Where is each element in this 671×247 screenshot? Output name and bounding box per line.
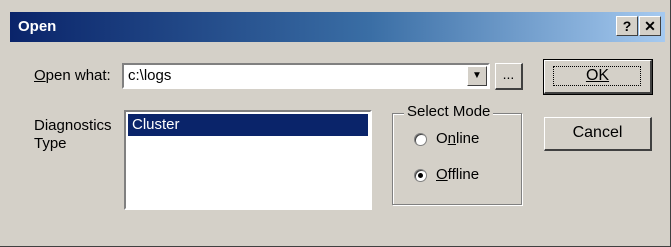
select-mode-legend: Select Mode <box>404 103 494 120</box>
open-dialog: Open ? ✕ Open what: c:\logs ▼ ... OK Can… <box>0 0 671 247</box>
list-item[interactable]: Cluster <box>128 114 368 136</box>
browse-button[interactable]: ... <box>495 63 523 90</box>
open-what-value: c:\logs <box>128 67 172 84</box>
diagnostics-type-label: Diagnostics Type <box>34 117 112 152</box>
open-what-label: Open what: <box>34 67 111 84</box>
radio-selected-dot <box>418 173 423 178</box>
online-label[interactable]: Online <box>436 130 479 147</box>
dialog-title: Open <box>18 18 57 35</box>
open-what-combobox[interactable]: c:\logs ▼ <box>122 63 490 89</box>
offline-label[interactable]: Offline <box>436 166 479 183</box>
offline-radio[interactable] <box>414 169 427 182</box>
online-radio[interactable] <box>414 133 427 146</box>
cancel-button[interactable]: Cancel <box>544 117 652 151</box>
ok-button[interactable]: OK <box>543 59 653 95</box>
dropdown-arrow-icon[interactable]: ▼ <box>467 66 487 86</box>
select-mode-group <box>392 113 522 205</box>
focus-rectangle <box>553 66 641 86</box>
title-bar[interactable]: Open ? ✕ <box>10 12 665 42</box>
help-button[interactable]: ? <box>616 16 638 36</box>
diagnostics-type-list[interactable]: Cluster <box>124 110 372 210</box>
close-button[interactable]: ✕ <box>639 16 661 36</box>
